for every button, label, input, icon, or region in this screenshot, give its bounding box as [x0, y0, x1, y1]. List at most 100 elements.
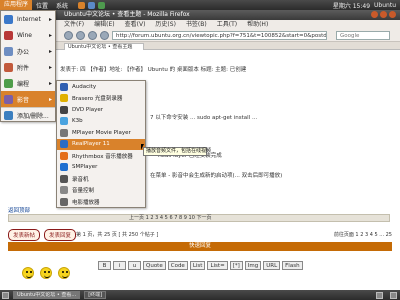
add-remove-icon	[4, 111, 13, 120]
url-bar[interactable]: http://forum.ubuntu.org.cn/viewtopic.php…	[112, 30, 327, 40]
email-launcher-icon[interactable]	[88, 1, 96, 9]
list-button[interactable]: List	[189, 261, 206, 270]
bottom-panel: Ubuntu中文论坛 • 查看... [终端]	[0, 290, 400, 300]
quote-button[interactable]: Quote	[143, 261, 166, 270]
submenu-item-movie-player[interactable]: 电影播放器	[57, 196, 145, 208]
app-menu-item-office[interactable]: 办公 ▸	[1, 43, 55, 59]
top-panel: 应用程序 位置 系统 星期六 15:49 Ubuntu	[0, 0, 400, 10]
chevron-right-icon: ▸	[48, 47, 52, 55]
submenu-item-label: Brasero 光盘刻录器	[72, 96, 123, 103]
reply-row: 发表新帖 发表回复 第 1 页，共 25 页 [ 共 250 个帖子 ] 前往页…	[8, 229, 392, 241]
show-desktop-icon[interactable]	[2, 291, 9, 299]
accessories-icon	[4, 62, 13, 72]
underline-button[interactable]: u	[128, 261, 141, 270]
help-launcher-icon[interactable]	[98, 1, 106, 9]
back-icon[interactable]	[64, 30, 73, 40]
url-button[interactable]: URL	[263, 261, 281, 270]
submenu-item-audacity[interactable]: Audacity	[57, 81, 145, 93]
navigation-toolbar: http://forum.ubuntu.org.cn/viewtopic.php…	[0, 29, 400, 42]
user-name[interactable]: Ubuntu	[374, 2, 396, 9]
pagination-bar[interactable]: 上一页 1 2 3 4 5 6 7 8 9 10 下一页	[8, 214, 390, 222]
sound-video-icon	[4, 94, 13, 104]
new-topic-button[interactable]: 发表新帖	[8, 229, 41, 241]
sound-video-submenu: Audacity Brasero 光盘刻录器 DVD Player K3b MP…	[56, 80, 146, 208]
forward-icon[interactable]	[76, 30, 85, 40]
submenu-item-volume[interactable]: 音量控制	[57, 185, 145, 197]
menu-file[interactable]: 文件(F)	[64, 20, 84, 29]
italic-button[interactable]: i	[113, 261, 126, 270]
menu-item-label: 办公	[17, 48, 30, 56]
submenu-item-recorder[interactable]: 录音机	[57, 173, 145, 185]
taskbar-item-terminal[interactable]: [终端]	[84, 291, 107, 299]
reload-icon[interactable]	[88, 30, 97, 40]
programming-icon	[4, 78, 13, 88]
firefox-launcher-icon[interactable]	[78, 1, 86, 9]
office-icon	[4, 46, 13, 56]
audacity-icon	[60, 82, 68, 91]
page-info: 第 1 页，共 25 页 [ 共 250 个帖子 ]	[76, 232, 159, 238]
chevron-right-icon: ▸	[48, 95, 52, 103]
menu-help[interactable]: 帮助(H)	[247, 20, 268, 29]
close-icon[interactable]	[389, 11, 396, 18]
code-button[interactable]: Code	[167, 261, 188, 270]
trash-icon[interactable]	[390, 291, 397, 299]
tab-forum[interactable]: Ubuntu中文论坛 • 查看主题	[64, 43, 144, 50]
list-item-button[interactable]: [*]	[229, 261, 243, 270]
submenu-item-dvd-player[interactable]: DVD Player	[57, 104, 145, 116]
clock[interactable]: 星期六 15:49	[333, 1, 370, 10]
smiley-icon[interactable]	[22, 267, 34, 279]
mplayer-icon	[60, 128, 68, 137]
app-menu-item-sound-video[interactable]: 影音 ▸	[1, 91, 55, 107]
home-icon[interactable]	[100, 30, 109, 40]
submenu-item-label: 电影播放器	[72, 199, 100, 206]
browser-menubar: 文件(F) 编辑(E) 查看(V) 历史(S) 书签(B) 工具(T) 帮助(H…	[0, 20, 400, 29]
menu-item-label: 编程	[17, 80, 30, 88]
applications-menu[interactable]: 应用程序	[0, 0, 33, 10]
flash-button[interactable]: Flash	[282, 261, 303, 270]
submenu-item-realplayer[interactable]: RealPlayer 11	[57, 138, 145, 150]
minimize-icon[interactable]	[371, 11, 378, 18]
back-to-top-link[interactable]: 返回顶部	[8, 206, 30, 214]
submenu-item-smplayer[interactable]: SMPlayer	[57, 162, 145, 174]
quick-reply-header: 快速回复	[8, 242, 392, 251]
maximize-icon[interactable]	[380, 11, 387, 18]
search-input[interactable]: Google	[336, 30, 390, 40]
app-menu-item-accessories[interactable]: 附件 ▸	[1, 59, 55, 75]
img-button[interactable]: Img	[244, 261, 262, 270]
post-reply-button[interactable]: 发表回复	[43, 229, 76, 241]
workspace-switcher-icon[interactable]	[376, 291, 383, 299]
bold-button[interactable]: B	[98, 261, 111, 270]
brasero-icon	[60, 94, 68, 103]
system-menu[interactable]: 系统	[52, 1, 72, 10]
system-tray: 星期六 15:49 Ubuntu	[333, 1, 400, 10]
menu-item-label: Internet	[17, 15, 41, 23]
menu-history[interactable]: 历史(S)	[155, 20, 176, 29]
menu-bookmarks[interactable]: 书签(B)	[186, 20, 207, 29]
volume-icon	[60, 186, 68, 195]
places-menu[interactable]: 位置	[32, 1, 52, 10]
menu-edit[interactable]: 编辑(E)	[94, 20, 114, 29]
window-title: Ubuntu中文论坛 • 查看主题 - Mozilla Firefox	[64, 11, 190, 18]
smiley-icon[interactable]	[58, 267, 70, 279]
submenu-item-k3b[interactable]: K3b	[57, 116, 145, 128]
goto-page[interactable]: 前往页面 1 2 3 4 5 ... 25	[334, 231, 392, 238]
realplayer-icon	[60, 140, 68, 149]
menu-item-label: Wine	[17, 31, 32, 39]
submenu-item-mplayer[interactable]: MPlayer Movie Player	[57, 127, 145, 139]
submenu-item-rhythmbox[interactable]: Rhythmbox 音乐播放器	[57, 150, 145, 162]
submenu-item-label: 音量控制	[72, 188, 95, 195]
submenu-item-brasero[interactable]: Brasero 光盘刻录器	[57, 93, 145, 105]
taskbar-item-firefox[interactable]: Ubuntu中文论坛 • 查看...	[13, 291, 81, 299]
app-menu-item-programming[interactable]: 编程 ▸	[1, 75, 55, 91]
app-menu-item-wine[interactable]: Wine ▸	[1, 27, 55, 43]
list-numbered-button[interactable]: List=	[207, 261, 228, 270]
submenu-item-label: Audacity	[72, 83, 97, 90]
menu-view[interactable]: 查看(V)	[125, 20, 146, 29]
menu-tools[interactable]: 工具(T)	[217, 20, 237, 29]
smiley-icon[interactable]	[40, 267, 52, 279]
chevron-right-icon: ▸	[48, 15, 52, 23]
app-menu-item-add-remove[interactable]: 添加/删除...	[1, 107, 55, 123]
menu-item-label: 添加/删除...	[17, 113, 49, 120]
submenu-item-label: DVD Player	[72, 106, 103, 113]
app-menu-item-internet[interactable]: Internet ▸	[1, 11, 55, 27]
